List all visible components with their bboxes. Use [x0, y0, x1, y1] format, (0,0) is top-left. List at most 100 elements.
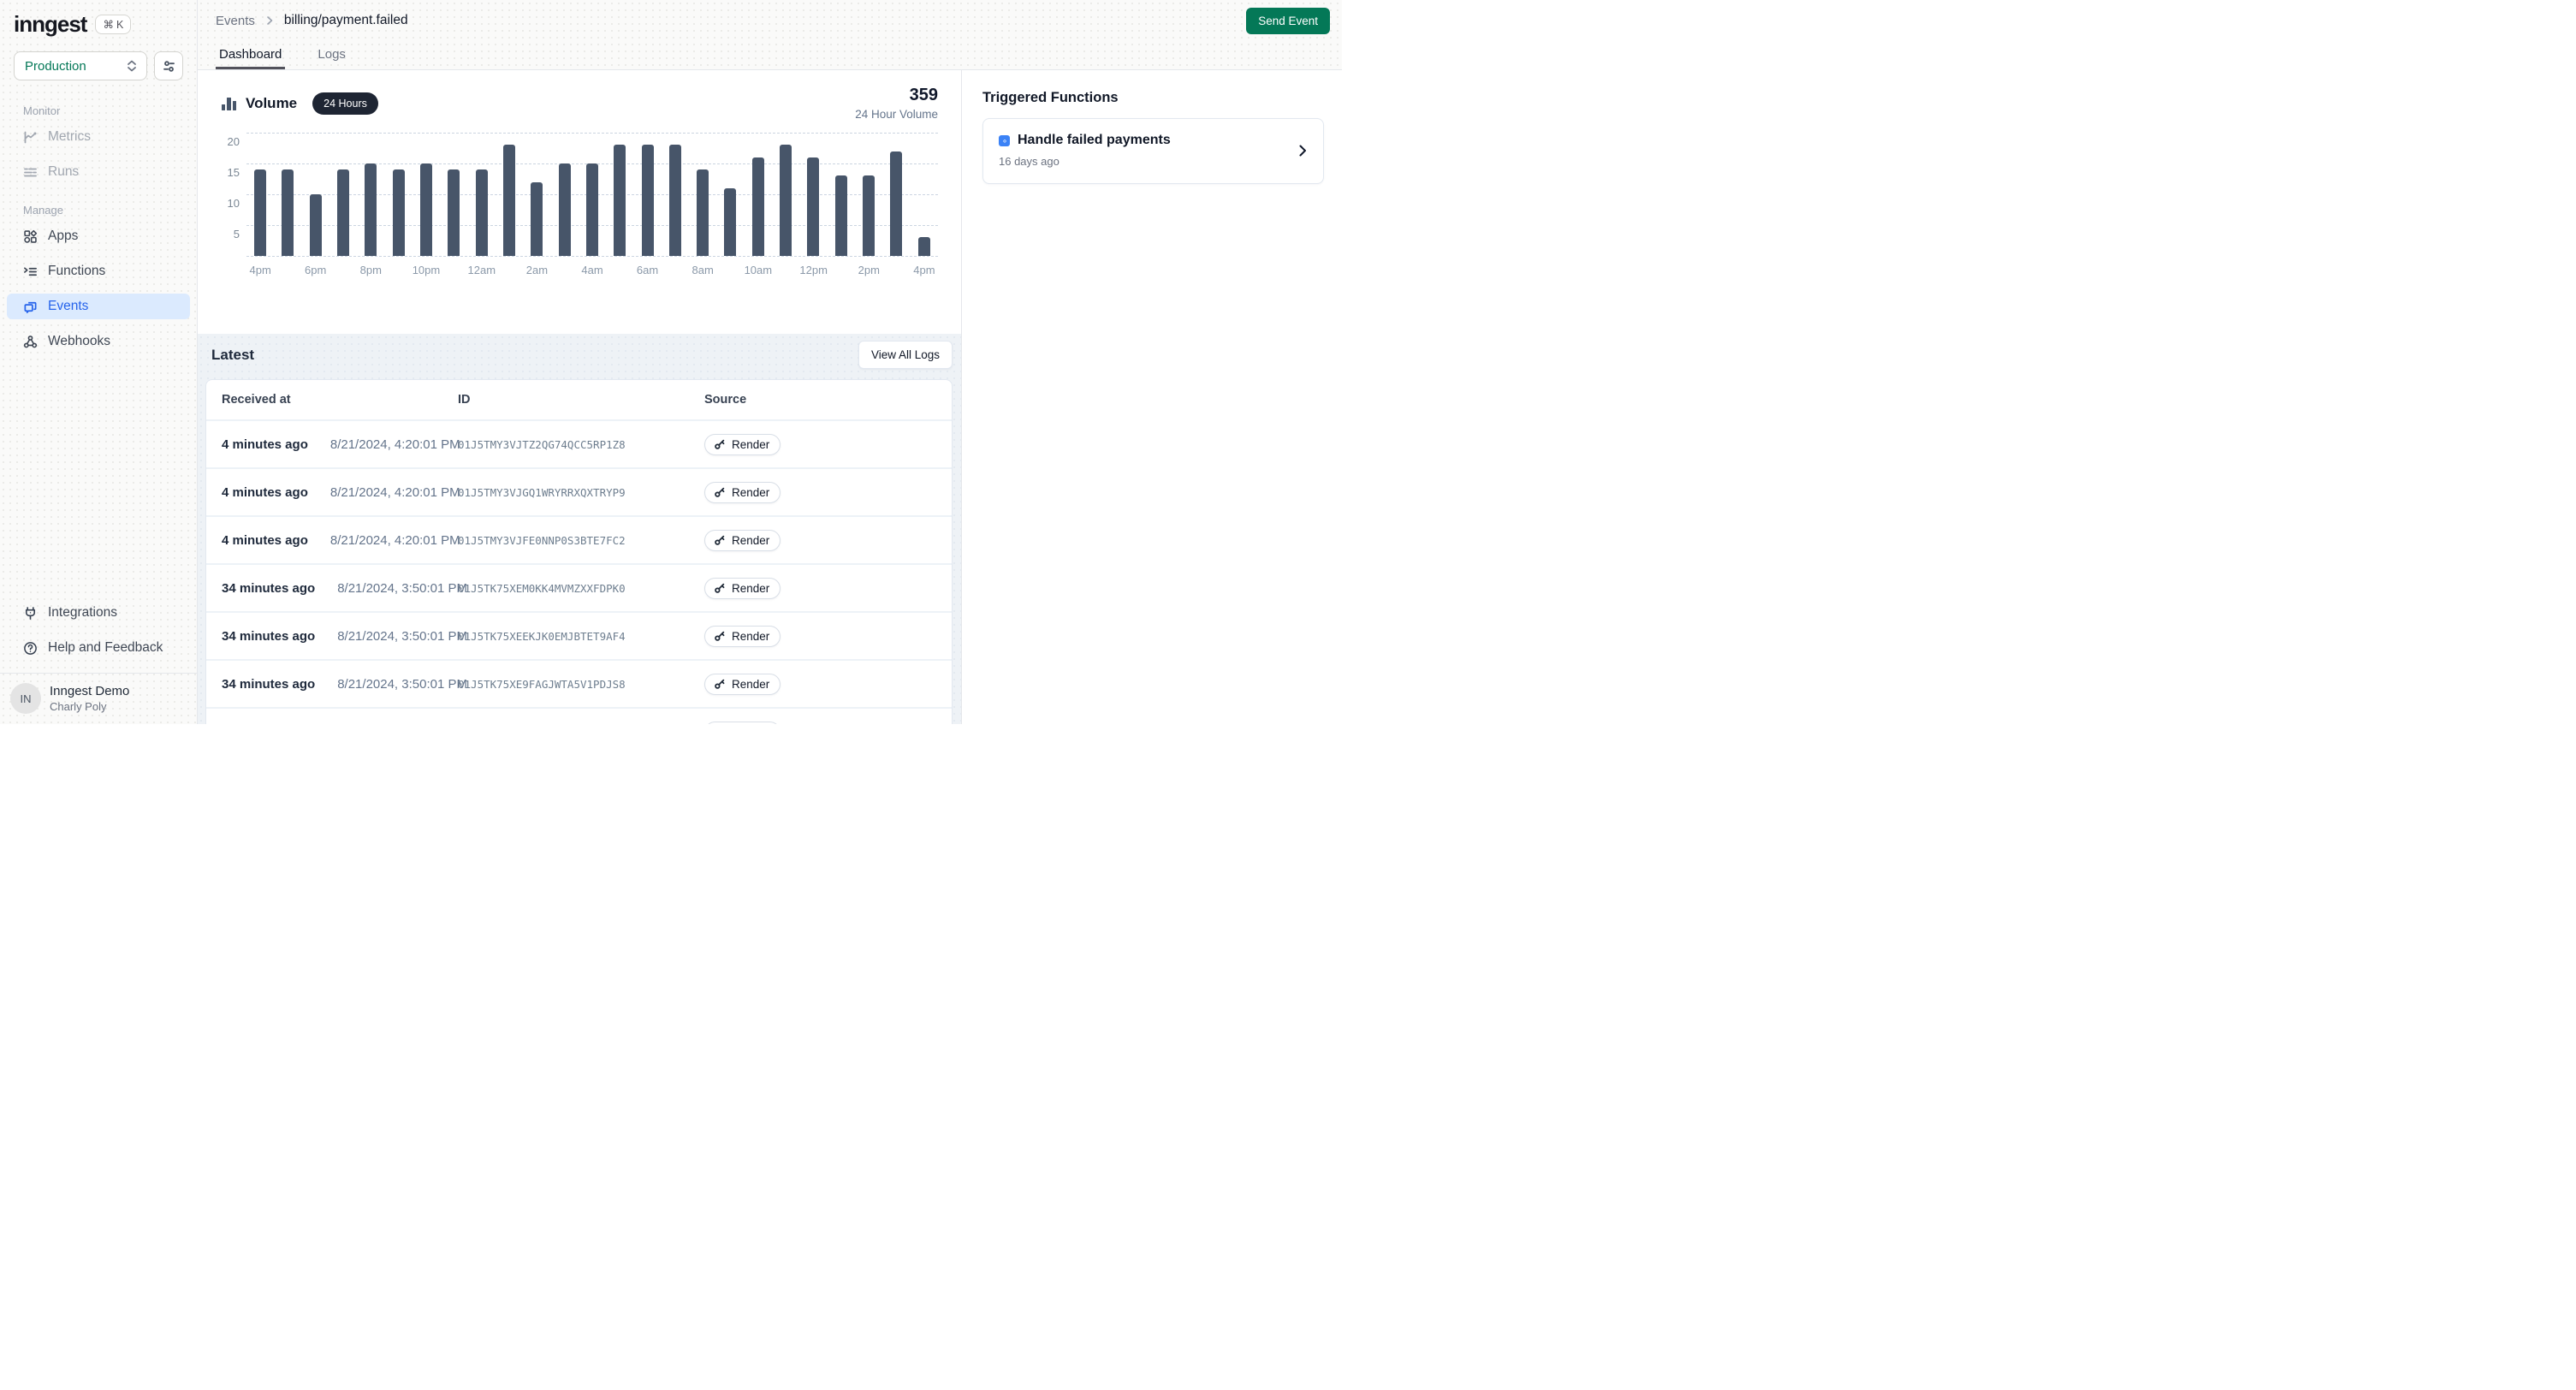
x-axis-tick [606, 264, 633, 276]
received-relative: 4 minutes ago [222, 533, 308, 548]
column-id: ID [458, 393, 704, 407]
sidebar-item-webhooks[interactable]: Webhooks [7, 329, 190, 354]
bar-slot [633, 133, 661, 256]
y-axis-tick: 10 [221, 197, 240, 210]
x-axis-tick [662, 264, 689, 276]
bar-9am [724, 188, 736, 256]
metrics-icon [23, 130, 38, 145]
event-id: 01J5TMY3VJGQ1WRYRRXQXTRYP9 [458, 486, 704, 499]
source-cell: Render [704, 626, 781, 647]
received-timestamp: 8/21/2024, 4:20:01 PM [330, 437, 460, 452]
sidebar-item-integrations[interactable]: Integrations [7, 600, 190, 626]
key-icon [714, 486, 726, 498]
table-row[interactable]: 34 minutes ago 8/21/2024, 3:50:01 PM 01J… [206, 611, 952, 659]
received-timestamp: 8/21/2024, 3:50:01 PM [337, 629, 467, 644]
sidebar-item-events[interactable]: Events [7, 294, 190, 319]
sidebar-item-functions[interactable]: Functions [7, 258, 190, 284]
bar-8pm [365, 163, 377, 256]
function-card[interactable]: ‹› Handle failed payments 16 days ago [982, 118, 1324, 184]
x-axis-tick [882, 264, 910, 276]
sidebar-item-label: Webhooks [48, 334, 110, 349]
bar-slot [882, 133, 910, 256]
source-button[interactable]: Render [704, 434, 781, 455]
bar-slot [579, 133, 606, 256]
bar-9pm [393, 169, 405, 256]
table-row[interactable]: 4 minutes ago 8/21/2024, 4:20:01 PM 01J5… [206, 515, 952, 563]
sidebar-item-runs[interactable]: Runs [7, 159, 190, 185]
bar-slot [828, 133, 855, 256]
sliders-icon [162, 59, 176, 74]
source-button[interactable]: Render [704, 722, 781, 725]
tab-dashboard[interactable]: Dashboard [216, 41, 285, 69]
table-row[interactable]: 34 minutes ago 8/21/2024, 3:50:01 PM 01J… [206, 563, 952, 611]
received-at-cell: 4 minutes ago 8/21/2024, 4:20:01 PM [222, 437, 458, 452]
bar-slot [329, 133, 357, 256]
x-axis-tick [384, 264, 412, 276]
bar-11pm [448, 169, 460, 256]
x-axis-tick [772, 264, 799, 276]
sidebar-item-metrics[interactable]: Metrics [7, 124, 190, 150]
user-menu[interactable]: IN Inngest Demo Charly Poly [0, 674, 197, 724]
table-row[interactable]: 34 minutes ago 8/21/2024, 3:50:01 PM 01J… [206, 659, 952, 707]
volume-chart-plot [246, 133, 938, 256]
bar-10am [752, 157, 764, 256]
x-axis-tick [329, 264, 357, 276]
tab-logs[interactable]: Logs [314, 41, 349, 69]
source-label: Render [732, 582, 769, 595]
view-all-logs-button[interactable]: View All Logs [858, 341, 953, 369]
send-event-button[interactable]: Send Event [1246, 8, 1330, 34]
bar-6am [642, 145, 654, 256]
source-button[interactable]: Render [704, 578, 781, 599]
key-icon [714, 438, 726, 450]
triggered-functions-heading: Triggered Functions [982, 90, 1324, 106]
received-at-cell: 34 minutes ago 8/21/2024, 3:50:01 PM [222, 677, 458, 692]
source-cell: Render [704, 722, 781, 725]
source-button[interactable]: Render [704, 530, 781, 551]
shortcut-key-label: K [116, 19, 123, 31]
sidebar-footer: Integrations Help and Feedback IN Innges… [0, 600, 197, 724]
sidebar-item-help[interactable]: Help and Feedback [7, 635, 190, 661]
x-axis-tick: 4am [579, 264, 606, 276]
table-row[interactable]: 4 minutes ago 8/21/2024, 4:20:01 PM 01J5… [206, 467, 952, 515]
inngest-logo: inngest [14, 11, 86, 38]
bar-slot [413, 133, 440, 256]
breadcrumb-events[interactable]: Events [216, 14, 255, 28]
bar-slot [799, 133, 827, 256]
bar-slot [689, 133, 716, 256]
column-source: Source [704, 393, 746, 407]
bar-slot [385, 133, 413, 256]
bar-3am [559, 163, 571, 256]
bar-1am [503, 145, 515, 256]
environment-settings-button[interactable] [154, 51, 183, 80]
latest-heading: Latest [211, 347, 254, 364]
table-row[interactable]: 4 minutes ago 8/21/2024, 4:20:01 PM 01J5… [206, 419, 952, 467]
bar-11am [780, 145, 792, 256]
command-palette-shortcut[interactable]: ⌘K [95, 15, 131, 34]
sidebar-item-label: Apps [48, 229, 78, 244]
received-relative: 34 minutes ago [222, 629, 315, 644]
table-row[interactable]: 44 minutes ago 8/21/2024, 3:40:01 PM 01J… [206, 707, 952, 724]
time-range-badge[interactable]: 24 Hours [312, 92, 378, 115]
x-axis-tick [496, 264, 523, 276]
y-axis-tick: 15 [221, 166, 240, 179]
sidebar-nav: Monitor Metrics Runs Manage Apps Functio… [0, 80, 197, 364]
bar-slot [302, 133, 329, 256]
tab-bar: Dashboard Logs [198, 41, 1342, 70]
bar-5pm [282, 169, 294, 256]
environment-selector[interactable]: Production [14, 51, 147, 80]
received-relative: 34 minutes ago [222, 581, 315, 596]
volume-title: Volume [246, 95, 297, 112]
breadcrumb-chevron-icon [264, 15, 275, 26]
events-icon [23, 300, 38, 314]
source-button[interactable]: Render [704, 626, 781, 647]
avatar: IN [10, 683, 41, 714]
triggered-functions-panel: Triggered Functions ‹› Handle failed pay… [962, 70, 1342, 724]
nav-section-manage: Manage [23, 204, 197, 217]
bar-slot [550, 133, 578, 256]
source-button[interactable]: Render [704, 674, 781, 695]
sidebar-item-apps[interactable]: Apps [7, 223, 190, 249]
event-id: 01J5TMY3VJTZ2QG74QCC5RP1Z8 [458, 438, 704, 451]
x-axis-tick: 12pm [799, 264, 828, 276]
source-button[interactable]: Render [704, 482, 781, 503]
key-icon [714, 582, 726, 594]
